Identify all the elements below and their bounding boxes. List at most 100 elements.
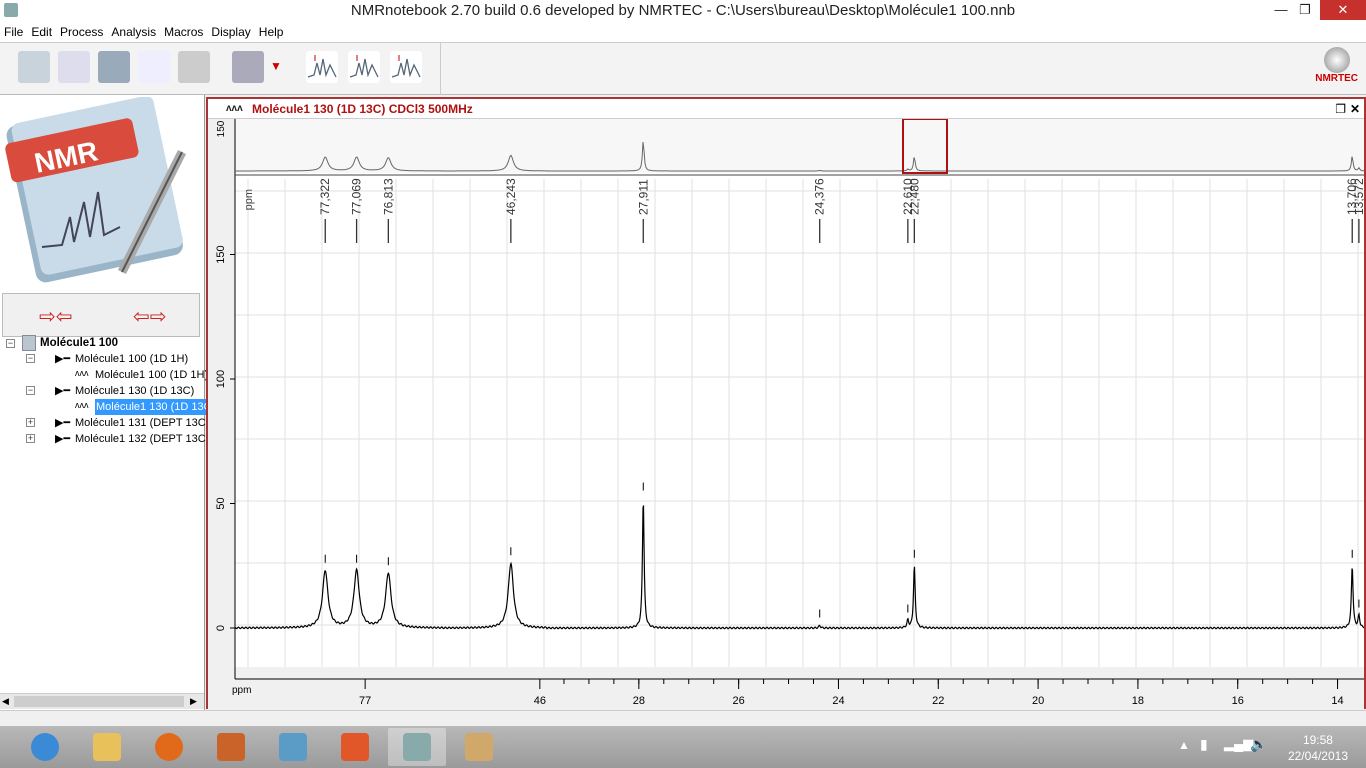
x-tick-label: 77 xyxy=(359,695,371,707)
peak-label: 77,069 xyxy=(350,178,364,215)
report-icon[interactable] xyxy=(138,51,170,83)
y-tick-label: 150 xyxy=(215,245,227,263)
restore-window-icon[interactable]: ❐ xyxy=(1335,99,1346,119)
library-icon[interactable] xyxy=(98,51,130,83)
taskbar-office[interactable] xyxy=(202,728,260,766)
scroll-left-icon[interactable]: ◀ xyxy=(2,696,9,707)
volume-icon[interactable]: 🔈 xyxy=(1250,736,1267,753)
clock[interactable]: 19:58 22/04/2013 xyxy=(1288,732,1348,764)
peak-picking-icon[interactable] xyxy=(348,51,380,83)
tree-item-label: Molécule1 100 (1D 1H) xyxy=(75,353,189,365)
title-bar: NMRnotebook 2.70 build 0.6 developed by … xyxy=(0,0,1366,22)
zoom-toolbar: ⇨⇦ ⇦⇨ xyxy=(2,293,200,337)
menu-help[interactable]: Help xyxy=(255,22,288,42)
menu-macros[interactable]: Macros xyxy=(160,22,207,42)
expand-icon[interactable]: + xyxy=(26,434,35,443)
spectrum-plot[interactable]: 0 50 100 150 150 77 46 28 26 24 22 20 18 16 14 ppm ppm 77… xyxy=(208,119,1364,709)
menu-display[interactable]: Display xyxy=(207,22,254,42)
peak-label: 24,376 xyxy=(813,178,827,215)
left-panel: NMR ⇨⇦ ⇦⇨ Molécule1 100− − ▶━ Molécule1 100… xyxy=(0,95,217,710)
peak-label: 76,813 xyxy=(381,178,395,215)
tree-item[interactable]: Molécule1 130 (1D 13C) xyxy=(95,399,217,415)
collapse-icon[interactable]: − xyxy=(26,386,35,395)
x-tick-label: 26 xyxy=(733,695,745,707)
close-button[interactable]: ✕ xyxy=(1320,0,1366,20)
paint-icon xyxy=(465,733,493,761)
menu-file[interactable]: File xyxy=(0,22,27,42)
tree-item[interactable]: Molécule1 131 (DEPT 13C) xyxy=(75,415,209,431)
taskbar-firefox[interactable] xyxy=(140,728,198,766)
taskbar-photos[interactable] xyxy=(264,728,322,766)
integration-icon[interactable] xyxy=(390,51,422,83)
menu-edit[interactable]: Edit xyxy=(27,22,56,42)
overview-y-tick-label: 150 xyxy=(216,120,227,137)
taskbar-paint[interactable] xyxy=(450,728,508,766)
tree-root[interactable]: Molécule1 100 xyxy=(40,335,118,351)
status-bar xyxy=(0,710,1366,726)
fid-icon: ▶━ xyxy=(55,433,71,445)
taskbar-internet-explorer[interactable] xyxy=(16,728,74,766)
x-tick-label: 14 xyxy=(1331,695,1343,707)
network-icon[interactable]: ▂▄▆ xyxy=(1224,736,1253,752)
peak-label: 22,480 xyxy=(907,178,921,215)
tree-item[interactable]: Molécule1 132 (DEPT 13C) xyxy=(75,431,209,447)
document-tree: Molécule1 100− − ▶━ Molécule1 100 (1D 1H) ʌʌ… xyxy=(2,335,217,699)
spectrum-icon: ʌʌʌ xyxy=(75,368,89,378)
fid-icon: ▶━ xyxy=(55,353,71,365)
collapse-icon[interactable]: − xyxy=(26,354,35,363)
tree-item[interactable]: Molécule1 100 (1D 1H) xyxy=(75,351,188,367)
tree-item-label: Molécule1 130 (1D 13C) xyxy=(75,385,195,397)
taskbar-pdf[interactable] xyxy=(326,728,384,766)
x-tick-label: 18 xyxy=(1132,695,1144,707)
taskbar-file-explorer[interactable] xyxy=(78,728,136,766)
fid-icon: ▶━ xyxy=(55,417,71,429)
nmr-notebook-logo: NMR xyxy=(2,95,200,287)
menu-analysis[interactable]: Analysis xyxy=(107,22,160,42)
peak-label: 13,572 xyxy=(1352,178,1364,215)
zoom-in-icon[interactable]: ⇨⇦ xyxy=(39,304,73,329)
spectrum-window: ʌʌʌ Molécule1 130 (1D 13C) CDCl3 500MHz … xyxy=(206,97,1366,709)
phase-icon[interactable] xyxy=(306,51,338,83)
peak-label: 46,243 xyxy=(504,178,518,215)
horizontal-scrollbar[interactable]: ◀ ▶ xyxy=(0,693,204,709)
pdf-icon xyxy=(341,733,369,761)
x-tick-label: 46 xyxy=(534,695,546,707)
clock-date: 22/04/2013 xyxy=(1287,749,1348,763)
zoom-out-icon[interactable]: ⇦⇨ xyxy=(133,304,167,329)
print-icon[interactable] xyxy=(178,51,210,83)
x-tick-label: 16 xyxy=(1232,695,1244,707)
power-icon[interactable]: ▮ xyxy=(1200,736,1208,753)
menu-process[interactable]: Process xyxy=(56,22,107,42)
x-tick-label: 20 xyxy=(1032,695,1044,707)
dropdown-arrow-icon[interactable]: ▼ xyxy=(270,59,282,91)
toolbar-divider xyxy=(440,43,441,95)
expand-icon[interactable]: + xyxy=(26,418,35,427)
x-tick-label: 22 xyxy=(932,695,944,707)
internet-explorer-icon xyxy=(31,733,59,761)
peak-label: 27,911 xyxy=(636,179,650,215)
close-window-icon[interactable]: ✕ xyxy=(1350,99,1360,119)
y-axis-area xyxy=(208,119,235,709)
photos-icon xyxy=(279,733,307,761)
peak-label: 77,322 xyxy=(318,178,332,215)
menu-bar: File Edit Process Analysis Macros Display Help xyxy=(0,22,1366,42)
show-hidden-icons[interactable]: ▲ xyxy=(1178,738,1190,752)
tree-item-label: Molécule1 130 (1D 13C) xyxy=(96,401,216,413)
notebook-icon[interactable] xyxy=(18,51,50,83)
restore-button[interactable]: ❐ xyxy=(1290,0,1320,20)
scroll-right-icon[interactable]: ▶ xyxy=(190,696,197,707)
tree-item-label: Molécule1 132 (DEPT 13C) xyxy=(75,433,210,445)
tree-item-label: Molécule1 100 (1D 1H) xyxy=(95,369,209,381)
tree-item[interactable]: Molécule1 100 (1D 1H) xyxy=(95,367,208,383)
collapse-icon[interactable]: − xyxy=(6,339,15,348)
taskbar-nmrnotebook[interactable] xyxy=(388,728,446,766)
tree-item[interactable]: Molécule1 130 (1D 13C) xyxy=(75,383,194,399)
nmrnotebook-icon xyxy=(403,733,431,761)
settings-gears-icon[interactable] xyxy=(232,51,264,83)
import-spectrum-icon[interactable] xyxy=(58,51,90,83)
notebook-icon xyxy=(22,335,36,351)
scroll-thumb[interactable] xyxy=(14,696,184,707)
taskbar: ▲ ▮ ▂▄▆ 🔈 19:58 22/04/2013 xyxy=(0,726,1366,768)
office-icon xyxy=(217,733,245,761)
x-axis-area xyxy=(208,667,1364,709)
